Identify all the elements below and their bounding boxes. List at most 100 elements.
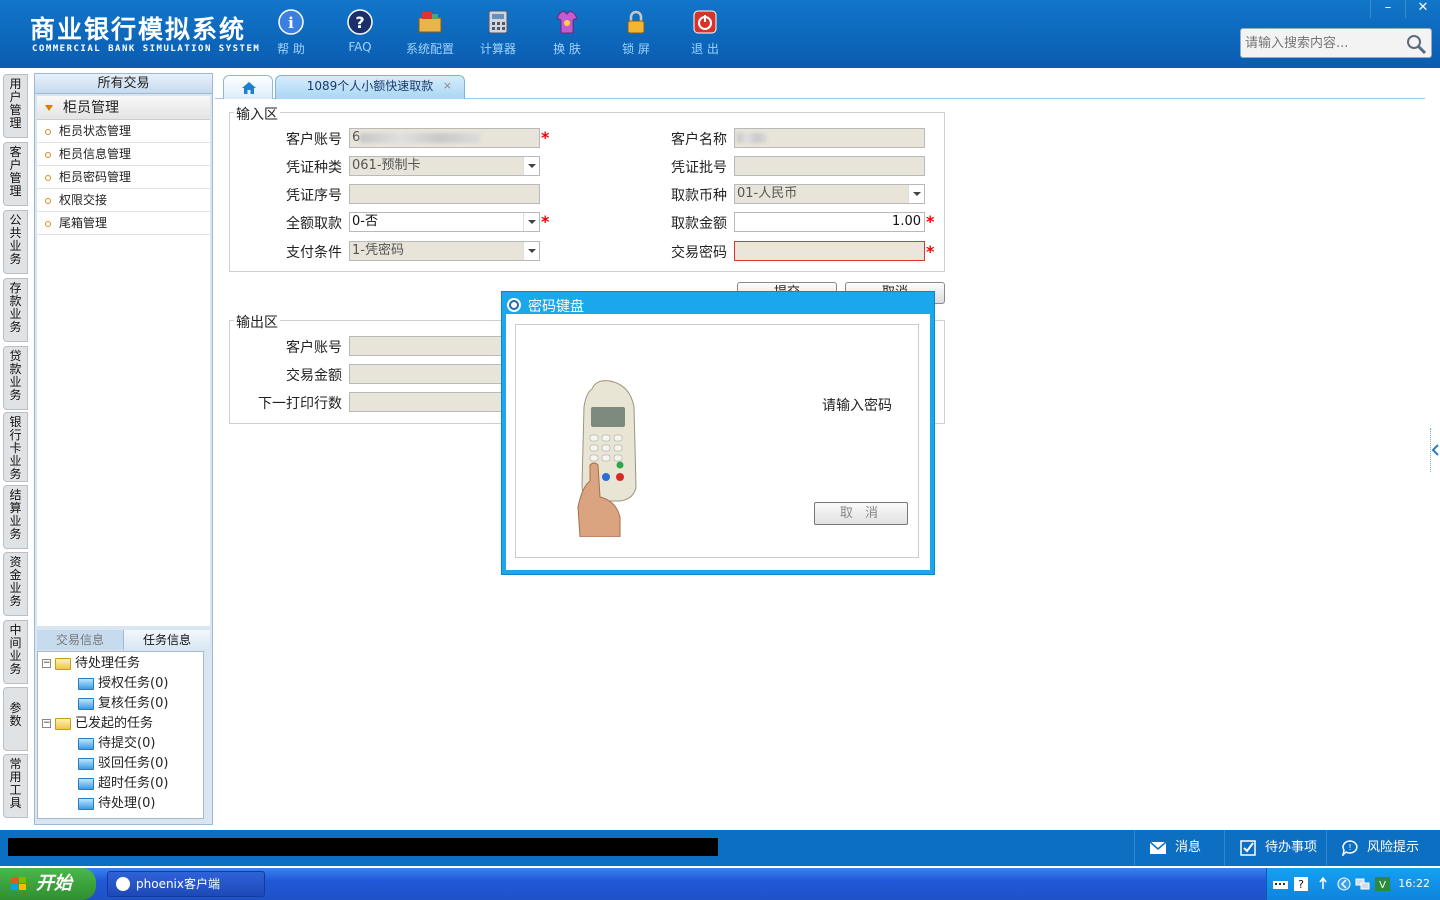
pay-cond-select[interactable]: 1-凭密码: [349, 241, 540, 261]
tree-node-rejected[interactable]: 驳回任务(0): [38, 754, 203, 774]
voucher-no-field[interactable]: [349, 184, 540, 204]
vnav-settlement[interactable]: 结算业务: [3, 485, 28, 549]
sidebar-item-teller-password[interactable]: 柜员密码管理: [37, 166, 210, 189]
keyboard-icon[interactable]: [1273, 877, 1288, 891]
system-config-button[interactable]: 系统配置: [395, 8, 465, 57]
tab-bar: 1089个人小额快速取款 ×: [215, 73, 1425, 99]
window-controls: – ✕: [1370, 0, 1440, 18]
calculator-label: 计算器: [479, 42, 516, 56]
amount-field[interactable]: 1.00: [734, 212, 925, 232]
faq-icon: ?: [347, 9, 373, 35]
help-tray-icon[interactable]: ?: [1294, 877, 1309, 891]
collapse-handle[interactable]: [1430, 428, 1439, 472]
svg-text:?: ?: [1298, 878, 1304, 891]
group-teller-mgmt[interactable]: 柜员管理: [37, 96, 210, 120]
vnav-deposit[interactable]: 存款业务: [3, 278, 28, 342]
sidebar-header: 所有交易: [35, 74, 212, 94]
exit-button[interactable]: 退 出: [670, 8, 740, 57]
dropdown-arrow-icon[interactable]: [523, 157, 539, 175]
skin-button[interactable]: 换 肤: [532, 8, 602, 57]
chevron-left-tray-icon[interactable]: [1337, 877, 1352, 891]
pay-cond-label: 支付条件: [286, 245, 342, 261]
svg-text:V: V: [1379, 880, 1386, 891]
collapse-icon[interactable]: −: [42, 719, 51, 728]
bullet-icon: [45, 197, 51, 204]
output-legend: 输出区: [234, 312, 280, 332]
folder-open-icon: [55, 717, 71, 730]
taskbar-app-phoenix[interactable]: phoenix客户端: [107, 871, 265, 897]
tree-node-pending[interactable]: − 待处理任务: [38, 654, 203, 674]
tree-node-to-process[interactable]: 待处理(0): [38, 794, 203, 814]
sidebar-item-teller-info[interactable]: 柜员信息管理: [37, 143, 210, 166]
dropdown-arrow-icon[interactable]: [908, 185, 924, 203]
minimize-button[interactable]: –: [1370, 0, 1405, 18]
vnav-customer-mgmt[interactable]: 客户管理: [3, 142, 28, 206]
faq-button[interactable]: ? FAQ: [325, 8, 395, 54]
dialog-title: 密码键盘: [528, 299, 584, 315]
exit-icon: [693, 10, 717, 34]
pay-cond-value: 1-凭密码: [352, 243, 404, 258]
vnav-loan[interactable]: 贷款业务: [3, 346, 28, 410]
risk-button[interactable]: ! 风险提示: [1326, 830, 1440, 866]
sidebar-item-teller-status[interactable]: 柜员状态管理: [37, 120, 210, 143]
close-button[interactable]: ✕: [1405, 0, 1440, 18]
sidebar-item-cash-box[interactable]: 尾箱管理: [37, 212, 210, 235]
expand-arrow-icon: [45, 105, 53, 111]
sidebar-item-permission-handover[interactable]: 权限交接: [37, 189, 210, 212]
currency-select[interactable]: 01-人民币: [734, 184, 925, 204]
tab-transaction-info[interactable]: 交易信息: [37, 630, 123, 650]
faq-label: FAQ: [348, 40, 372, 54]
account-field[interactable]: 6: [349, 128, 540, 148]
lock-screen-button[interactable]: 锁 屏: [601, 8, 671, 57]
vnav-funds[interactable]: 资金业务: [3, 552, 28, 616]
collapse-icon[interactable]: −: [42, 659, 51, 668]
tree-node-initiated[interactable]: − 已发起的任务: [38, 714, 203, 734]
search-input[interactable]: [1241, 29, 1401, 57]
tab-close-icon[interactable]: ×: [443, 76, 452, 96]
network-icon[interactable]: [1355, 877, 1370, 891]
messages-button[interactable]: 消息: [1134, 830, 1224, 866]
help-button[interactable]: i 帮 助: [256, 8, 326, 57]
pin-cancel-button[interactable]: 取 消: [814, 502, 908, 525]
voucher-type-select[interactable]: 061-预制卡: [349, 156, 540, 176]
tree-node-to-submit[interactable]: 待提交(0): [38, 734, 203, 754]
vnav-params[interactable]: 参数: [3, 687, 28, 751]
dropdown-arrow-icon[interactable]: [523, 242, 539, 260]
dialog-body: 请输入密码 取 消: [506, 314, 930, 570]
tree-node-timeout[interactable]: 超时任务(0): [38, 774, 203, 794]
vnav-public-business[interactable]: 公共业务: [3, 210, 28, 274]
tab-task-info[interactable]: 任务信息: [123, 630, 210, 650]
account-label: 客户账号: [286, 132, 342, 148]
vpn-icon[interactable]: V: [1375, 877, 1390, 891]
help-icon: i: [278, 9, 304, 35]
tree-node-auth[interactable]: 授权任务(0): [38, 674, 203, 694]
dropdown-arrow-icon[interactable]: [523, 213, 539, 231]
required-mark: *: [541, 212, 550, 231]
vnav-bank-card[interactable]: 银行卡业务: [3, 412, 28, 482]
search-icon[interactable]: [1405, 33, 1427, 55]
node-label: 驳回任务(0): [98, 756, 169, 771]
password-field[interactable]: [734, 241, 925, 261]
item-label: 柜员密码管理: [59, 170, 132, 184]
start-button[interactable]: 开始: [0, 868, 96, 900]
vnav-intermediary[interactable]: 中间业务: [3, 620, 28, 684]
svg-text:?: ?: [355, 13, 364, 32]
home-icon: [242, 82, 256, 94]
app-icon: [116, 877, 130, 891]
todo-label: 待办事项: [1265, 840, 1318, 855]
vnav-tools[interactable]: 常用工具: [3, 754, 28, 818]
usb-icon[interactable]: [1316, 877, 1331, 891]
voucher-batch-field[interactable]: [734, 156, 925, 176]
folder-icon: [78, 737, 94, 750]
help-label: 帮 助: [277, 42, 305, 56]
customer-name-field[interactable]: [734, 128, 925, 148]
task-tree: − 待处理任务 授权任务(0) 复核任务(0) − 已发起的任务 待提交(0) 驳回…: [37, 651, 204, 819]
todo-button[interactable]: 待办事项: [1224, 830, 1326, 866]
tree-node-review[interactable]: 复核任务(0): [38, 694, 203, 714]
svg-text:!: !: [1348, 843, 1351, 852]
full-withdraw-select[interactable]: 0-否: [349, 212, 540, 232]
tab-home[interactable]: [223, 75, 273, 99]
calculator-button[interactable]: 计算器: [463, 8, 533, 57]
vnav-user-mgmt[interactable]: 用户管理: [3, 74, 28, 138]
tab-quick-withdrawal[interactable]: 1089个人小额快速取款 ×: [275, 75, 465, 99]
